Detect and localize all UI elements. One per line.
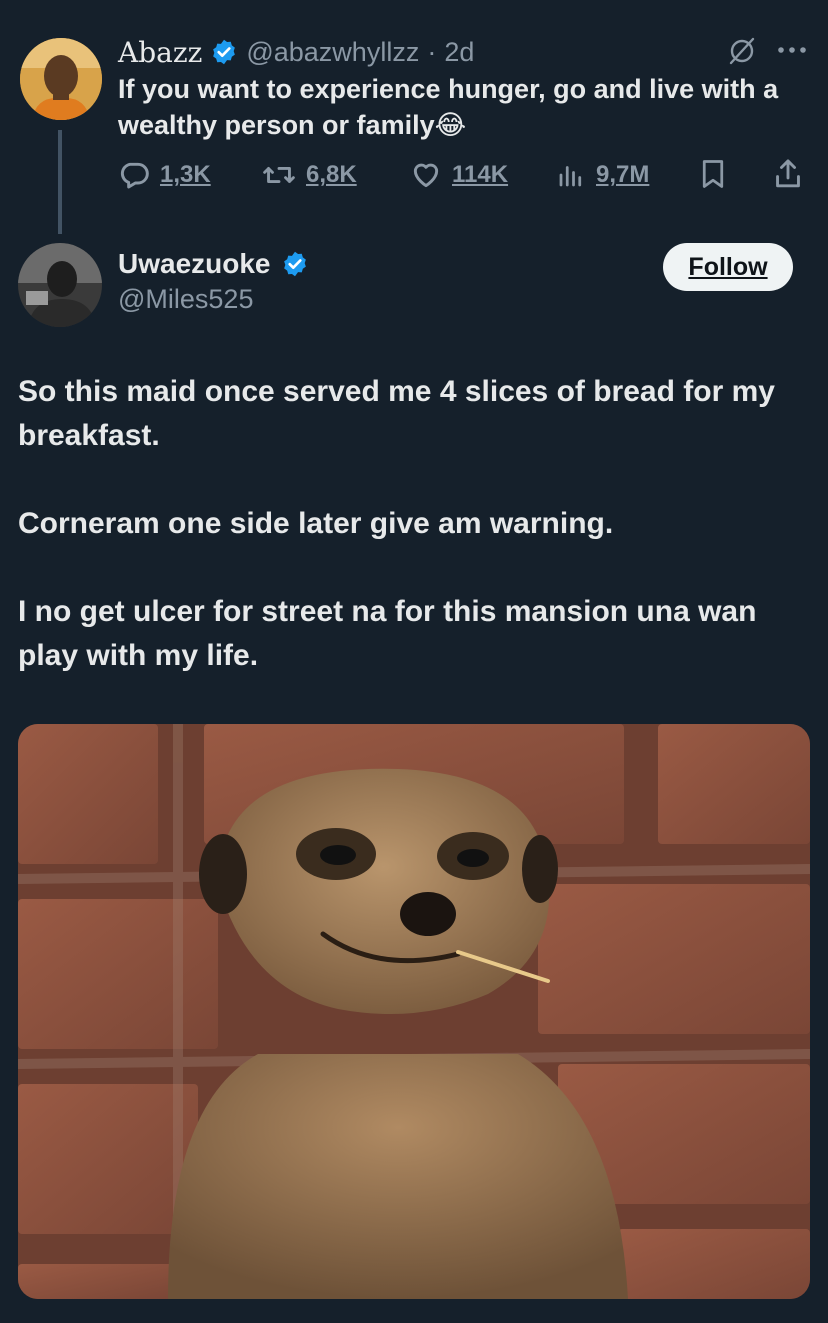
reply-author: Uwaezuoke	[118, 248, 309, 280]
reply-button[interactable]: 1,3K	[118, 159, 211, 191]
post-text: So this maid once served me 4 slices of …	[18, 370, 818, 678]
separator: ·	[427, 36, 437, 67]
grok-icon[interactable]	[727, 36, 757, 66]
laughing-emoji: 😂	[434, 110, 467, 140]
post-time[interactable]: 2d	[444, 37, 474, 68]
bookmark-icon[interactable]	[698, 157, 728, 196]
share-icon[interactable]	[772, 157, 804, 196]
repost-count: 6,8K	[306, 161, 357, 188]
avatar[interactable]	[18, 243, 102, 327]
avatar[interactable]	[20, 38, 102, 120]
avatar-image	[18, 243, 102, 327]
reply-count: 1,3K	[160, 161, 211, 188]
like-icon	[413, 163, 439, 188]
quoted-header: Abazz @abazwhyllzz · 2d	[118, 34, 818, 70]
views-button[interactable]: 9,7M	[556, 159, 649, 191]
follow-button[interactable]: Follow	[663, 243, 793, 291]
thread-line	[58, 130, 62, 234]
action-bar: 1,3K 6,8K 114K 9,7M	[118, 155, 810, 195]
like-button[interactable]: 114K	[410, 159, 508, 191]
meerkat-photo	[18, 724, 810, 1299]
avatar-image	[20, 38, 102, 120]
more-icon[interactable]	[776, 40, 808, 60]
like-count: 114K	[452, 161, 509, 188]
post-image[interactable]	[18, 724, 810, 1299]
repost-button[interactable]: 6,8K	[262, 159, 357, 191]
post-paragraph: Corneram one side later give am warning.	[18, 507, 614, 540]
views-icon	[559, 166, 582, 187]
verified-badge-icon	[281, 250, 309, 278]
quoted-text: If you want to experience hunger, go and…	[118, 71, 808, 143]
verified-badge-icon	[210, 38, 238, 66]
repost-icon	[263, 167, 295, 183]
author-name[interactable]: Abazz	[118, 36, 202, 69]
author-handle[interactable]: @Miles525	[118, 284, 253, 315]
views-count: 9,7M	[596, 161, 650, 188]
author-handle[interactable]: @abazwhyllzz	[246, 37, 419, 68]
reply-icon	[120, 162, 149, 189]
post-paragraph: I no get ulcer for street na for this ma…	[18, 595, 757, 672]
post-paragraph: So this maid once served me 4 slices of …	[18, 375, 775, 452]
author-name[interactable]: Uwaezuoke	[118, 248, 271, 280]
